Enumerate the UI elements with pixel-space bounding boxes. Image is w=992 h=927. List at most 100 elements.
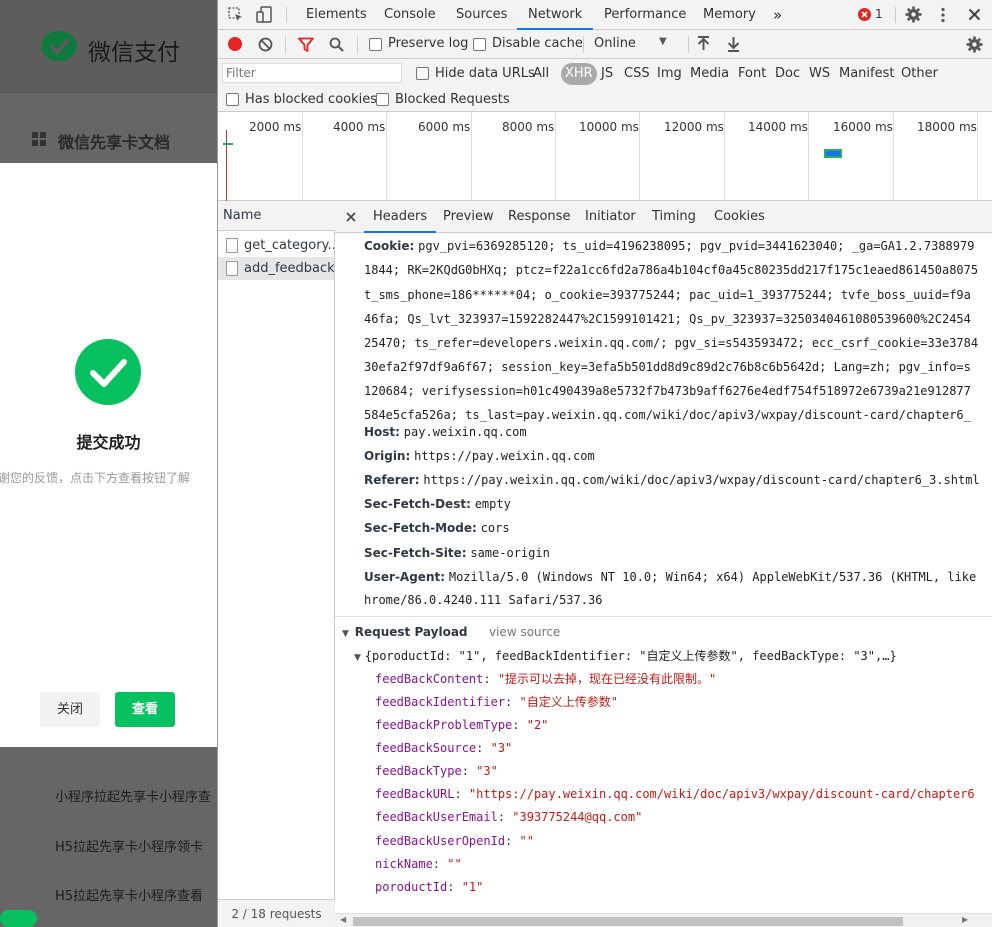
tab-performance[interactable]: Performance [604, 0, 686, 30]
search-icon[interactable] [329, 37, 344, 52]
type-xhr[interactable]: XHR [561, 63, 597, 85]
timeline-tick-label: 6000 ms [418, 120, 471, 134]
page-header: 微信支付 [0, 0, 217, 93]
type-doc[interactable]: Doc [775, 66, 800, 81]
modal-title: 提交成功 [76, 433, 141, 452]
payload-summary[interactable]: ▼ {poroductId: "1", feedBackIdentifier: … [354, 645, 897, 668]
tab-timing[interactable]: Timing [652, 201, 696, 233]
doc-link-1[interactable]: 小程序拉起先享卡小程序查 [55, 786, 211, 805]
close-devtools-icon[interactable] [968, 8, 981, 21]
horizontal-scrollbar[interactable]: ◀ ▶ [335, 913, 992, 927]
blocked-filter-bar: Has blocked cookies Blocked Requests [218, 89, 992, 112]
more-tabs-button[interactable]: » [773, 0, 782, 30]
preserve-log-checkbox[interactable] [369, 38, 382, 51]
clear-icon[interactable] [258, 37, 273, 52]
payload-row: feedBackType: "3" [375, 764, 498, 778]
more-options-icon[interactable] [940, 7, 946, 23]
export-har-icon[interactable] [727, 36, 740, 52]
webpage-background: 微信支付 微信先享卡文档 小程序拉起先享卡小程序查 H5拉起先享卡小程序领卡 H… [0, 0, 217, 927]
type-ws[interactable]: WS [809, 66, 830, 81]
tab-initiator[interactable]: Initiator [585, 201, 636, 233]
type-all[interactable]: All [533, 66, 549, 81]
detail-tabbar: Headers Preview Response Initiator Timin… [335, 201, 992, 233]
filter-input[interactable] [222, 63, 402, 83]
timeline-tick-label: 8000 ms [502, 120, 555, 134]
header-name: User-Agent: [364, 570, 446, 584]
type-other[interactable]: Other [901, 66, 938, 81]
tab-response[interactable]: Response [508, 201, 570, 233]
hide-data-urls-checkbox[interactable] [416, 67, 429, 80]
type-manifest[interactable]: Manifest [839, 66, 894, 81]
name-column-header[interactable]: Name [218, 201, 335, 231]
brand-name: 微信支付 [88, 40, 180, 66]
request-payload-section[interactable]: ▼ Request Payload [342, 621, 468, 643]
header-sec-fetch-site: Sec-Fetch-Site: same-origin [364, 541, 550, 565]
scroll-left-arrow-icon[interactable]: ◀ [340, 915, 346, 924]
header-origin: Origin: https://pay.weixin.qq.com [364, 444, 595, 468]
green-pill-button[interactable] [0, 910, 37, 927]
tab-headers[interactable]: Headers [364, 201, 437, 233]
payload-row: feedBackProblemType: "2" [375, 718, 549, 732]
filter-icon[interactable] [298, 37, 314, 52]
import-har-icon[interactable] [697, 36, 710, 52]
horizontal-scroll-thumb[interactable] [353, 917, 903, 926]
tab-preview[interactable]: Preview [443, 201, 494, 233]
tab-cookies[interactable]: Cookies [714, 201, 765, 233]
request-row-add-feedback[interactable]: add_feedback [218, 257, 334, 280]
document-icon [226, 261, 238, 276]
request-detail-panel: Headers Preview Response Initiator Timin… [335, 201, 992, 927]
document-icon [226, 238, 238, 253]
header-host: Host: pay.weixin.qq.com [364, 420, 527, 444]
type-img[interactable]: Img [657, 66, 682, 81]
doc-link-2[interactable]: H5拉起先享卡小程序领卡 [55, 836, 203, 855]
record-icon[interactable] [228, 37, 242, 51]
error-count[interactable]: 1 [875, 7, 883, 21]
tab-console[interactable]: Console [384, 0, 436, 30]
payload-summary-text: {poroductId: "1", feedBackIdentifier: "自… [364, 649, 897, 663]
blocked-requests-checkbox[interactable] [376, 93, 389, 106]
hide-data-urls-label: Hide data URLs [435, 66, 535, 81]
has-blocked-cookies-checkbox[interactable] [226, 93, 239, 106]
header-name: Origin: [364, 449, 411, 463]
header-value: pgv_pvi=6369285120; ts_uid=4196238095; p… [418, 239, 975, 253]
payload-title: Request Payload [354, 625, 468, 639]
payload-row: feedBackUserOpenId: "" [375, 834, 534, 848]
close-button[interactable]: 关闭 [40, 692, 100, 727]
view-source-link[interactable]: view source [489, 621, 560, 643]
request-bar-green [223, 143, 233, 145]
type-font[interactable]: Font [738, 66, 766, 81]
throttle-dropdown-icon[interactable]: ▼ [659, 36, 667, 47]
disable-cache-label: Disable cache [492, 36, 583, 51]
request-row-get-category[interactable]: get_category... [218, 234, 334, 257]
settings-gear-icon[interactable] [905, 6, 922, 23]
tab-elements[interactable]: Elements [306, 0, 367, 30]
device-toolbar-icon[interactable] [256, 6, 272, 24]
blocked-requests-label: Blocked Requests [395, 92, 510, 107]
network-settings-gear-icon[interactable] [966, 36, 983, 53]
doc-title: 微信先享卡文档 [58, 133, 171, 152]
network-toolbar: Preserve log Disable cache Online ▼ [218, 30, 992, 59]
type-css[interactable]: CSS [624, 66, 650, 81]
header-sec-fetch-mode: Sec-Fetch-Mode: cors [364, 516, 510, 540]
network-timeline-overview[interactable]: 2000 ms 4000 ms 6000 ms 8000 ms 10000 ms… [218, 112, 992, 201]
doc-link-3[interactable]: H5拉起先享卡小程序查看 [55, 885, 203, 904]
tab-network[interactable]: Network [517, 0, 594, 30]
tab-sources[interactable]: Sources [456, 0, 507, 30]
tab-memory[interactable]: Memory [703, 0, 756, 30]
request-list: Name get_category... add_feedback 2 / 18… [218, 201, 335, 927]
close-detail-icon[interactable] [346, 212, 356, 222]
type-js[interactable]: JS [601, 66, 613, 81]
type-media[interactable]: Media [690, 66, 729, 81]
header-name: Referer: [364, 473, 420, 487]
grid-icon [32, 132, 47, 147]
view-button[interactable]: 查看 [115, 692, 175, 727]
disable-cache-checkbox[interactable] [473, 38, 486, 51]
header-name: Sec-Fetch-Dest: [364, 497, 471, 511]
header-sec-fetch-dest: Sec-Fetch-Dest: empty [364, 492, 511, 516]
inspect-element-icon[interactable] [228, 7, 244, 23]
header-value: empty [474, 497, 511, 511]
throttle-select[interactable]: Online [594, 36, 636, 51]
header-cookie: Cookie: pgv_pvi=6369285120; ts_uid=41962… [364, 234, 974, 258]
payload-row: nickName: "" [375, 857, 462, 871]
scroll-right-arrow-icon[interactable]: ▶ [962, 915, 968, 924]
